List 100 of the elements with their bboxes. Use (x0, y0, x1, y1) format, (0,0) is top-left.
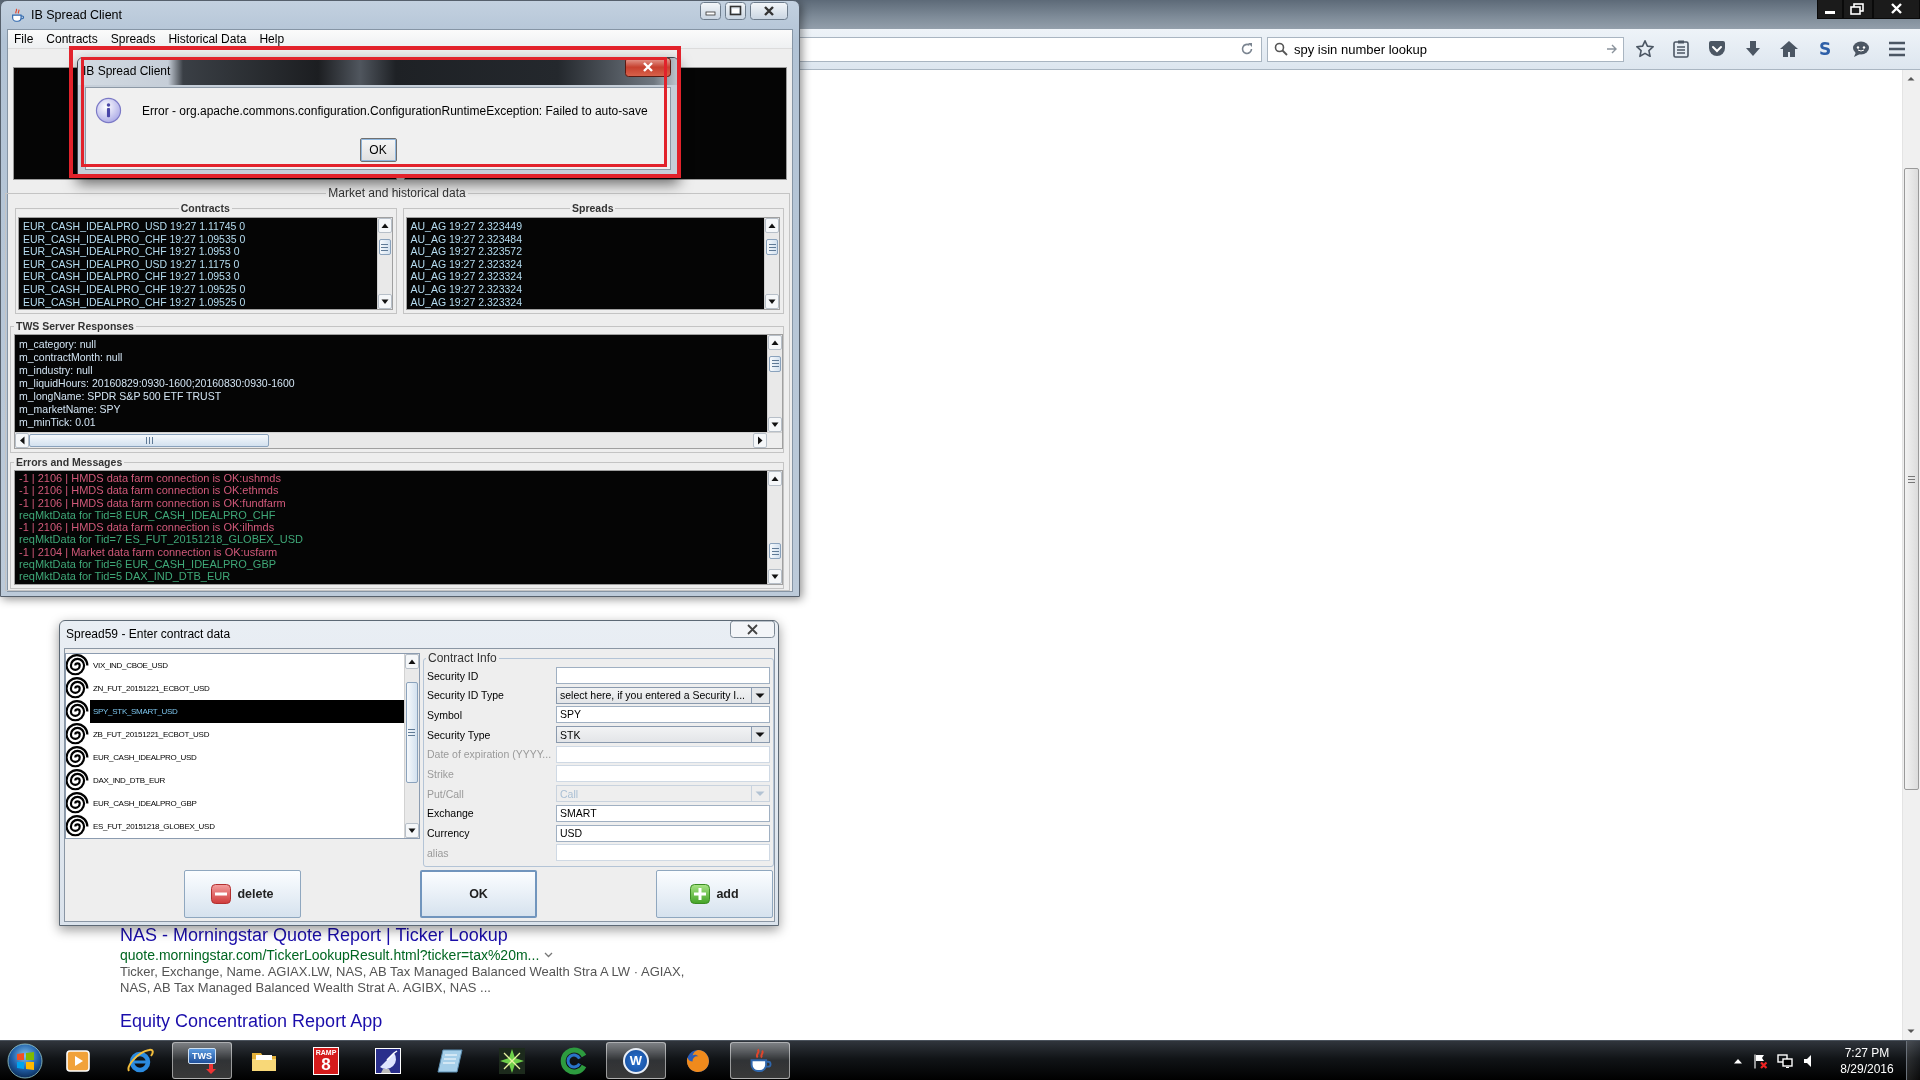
scroll-down-button[interactable] (768, 417, 782, 432)
logo-button[interactable]: S (1815, 39, 1835, 59)
log-line: EUR_CASH_IDEALPRO_CHF 19:27 1.09525 0 (23, 282, 246, 296)
result-url-link[interactable]: quote.morningstar.com/TickerLookupResult.html?ticker=tax%20m... (120, 947, 540, 963)
scroll-down-button[interactable] (765, 294, 779, 309)
list-item[interactable]: EUR_CASH_IDEALPRO_GBP (66, 792, 404, 815)
arrow-right-icon[interactable] (1606, 43, 1618, 55)
speech-bubble-icon[interactable] (1851, 39, 1871, 59)
scroll-up-button[interactable] (405, 654, 419, 669)
menu-item[interactable]: Help (259, 31, 285, 47)
show-desktop-button[interactable] (1906, 1041, 1920, 1080)
home-icon[interactable] (1779, 39, 1799, 59)
vertical-scrollbar[interactable] (404, 654, 419, 838)
app-logo: W (623, 1047, 649, 1074)
vertical-scrollbar[interactable] (767, 335, 782, 432)
taskbar-button[interactable]: TWS (172, 1042, 232, 1079)
vertical-scrollbar[interactable] (764, 218, 779, 309)
close-button[interactable] (1873, 0, 1920, 19)
ok-button[interactable]: OK (359, 138, 397, 162)
horizontal-scrollbar[interactable] (15, 432, 782, 448)
scroll-thumb[interactable] (769, 355, 781, 372)
scroll-down-button[interactable] (405, 823, 419, 838)
field-label: Security ID Type (426, 689, 504, 702)
menu-icon[interactable] (1887, 39, 1907, 59)
close-button[interactable] (750, 2, 788, 20)
field-label: Currency (426, 827, 470, 839)
scroll-down-button[interactable] (377, 294, 392, 309)
list-item[interactable]: DAX_IND_DTB_EUR (66, 769, 404, 792)
scroll-left-button[interactable] (15, 433, 29, 448)
window-title: IB Spread Client (31, 8, 123, 22)
scroll-right-button[interactable] (753, 433, 767, 448)
spiral-icon (66, 746, 89, 769)
plus-icon (690, 884, 711, 904)
notebook-icon (436, 1046, 464, 1075)
scroll-thumb[interactable] (406, 682, 418, 784)
result-snippet: Ticker, Exchange, Name. AGIAX.LW, NAS, AB Tax Managed Balanced Wealth Stra A LW · AGIAX, NAS, AB Tax Managed Balanced Wealth Strat A. AGIBX, NAS ... (120, 964, 686, 996)
group-title: Contract Info (427, 651, 498, 665)
dropdown[interactable]: STK (556, 726, 770, 744)
log-line: reqMktData for Tid=7 ES_FUT_20151218_GLOBEX_USD (19, 533, 303, 546)
list-item[interactable]: ZB_FUT_20151221_ECBOT_USD (66, 723, 404, 746)
text-field[interactable] (556, 667, 770, 684)
log-line: -1 | 2104 | Market data farm connection is OK:usfarm (19, 545, 278, 559)
dialog-title: IB Spread Client (83, 64, 171, 78)
text-field[interactable]: SPY (556, 706, 770, 724)
add-button[interactable]: add (656, 870, 773, 918)
swirl-icon (560, 1046, 588, 1075)
star-icon[interactable] (1635, 39, 1655, 59)
dropdown[interactable]: select here, if you entered a Security I... (556, 686, 770, 704)
close-button[interactable] (730, 621, 775, 638)
scroll-thumb[interactable] (378, 239, 391, 256)
menu-item[interactable]: Contracts (46, 31, 98, 47)
scroll-up-button[interactable] (768, 335, 782, 350)
list-item[interactable]: VIX_IND_CBOE_USD (66, 654, 404, 677)
log-line: AU_AG 19:27 2.323324 (410, 282, 522, 296)
text-field[interactable]: USD (556, 824, 770, 842)
scroll-up-button[interactable] (765, 218, 779, 233)
scroll-thumb[interactable] (1904, 168, 1919, 790)
menu-item[interactable]: Historical Data (168, 31, 247, 47)
flag-icon[interactable] (1752, 1052, 1768, 1069)
network-icon[interactable] (1777, 1052, 1793, 1069)
scroll-thumb[interactable] (769, 543, 781, 560)
reload-icon[interactable] (1240, 42, 1254, 56)
list-item[interactable]: EUR_CASH_IDEALPRO_USD (66, 746, 404, 769)
scroll-thumb[interactable] (766, 239, 778, 256)
result-title-link[interactable]: Equity Concentration Report App (120, 1010, 383, 1032)
taskbar-button[interactable] (730, 1042, 790, 1079)
field-label: Symbol (426, 708, 462, 721)
vertical-scrollbar[interactable] (1902, 70, 1920, 1040)
result-title-link[interactable]: NAS - Morningstar Quote Report | Ticker Lookup (120, 924, 508, 946)
caret-down-icon[interactable] (751, 687, 769, 703)
caret-down-icon[interactable] (751, 727, 769, 743)
delete-button[interactable]: delete (184, 870, 301, 918)
log-line: reqMktData for Tid=5 DAX_IND_DTB_EUR (19, 570, 231, 583)
spiral-icon (66, 792, 89, 815)
list-item[interactable]: ZN_FUT_20151221_ECBOT_USD (66, 677, 404, 700)
log-line: AU_AG 19:27 2.323449 (410, 220, 522, 233)
list-item[interactable]: ES_FUT_20151218_GLOBEX_USD (66, 815, 404, 838)
minimize-button[interactable] (1817, 0, 1843, 19)
clock-date[interactable]: 8/29/2016 (1840, 1060, 1894, 1077)
search-field[interactable]: spy isin number lookup (1267, 36, 1624, 62)
field-label: Strike (426, 767, 454, 780)
scroll-up-button[interactable] (377, 218, 392, 233)
ok-button[interactable]: OK (420, 870, 537, 918)
group-title: TWS Server Responses (15, 320, 135, 333)
taskbar-button[interactable]: W (606, 1042, 666, 1079)
shield-chevron-icon[interactable] (1707, 39, 1727, 59)
vertical-scrollbar[interactable] (767, 471, 782, 584)
log-line: AU_AG 19:27 2.323324 (410, 257, 522, 271)
log-line: EUR_CASH_IDEALPRO_CHF 19:27 1.0953 0 (23, 245, 240, 258)
menu-item[interactable]: Spreads (110, 31, 156, 47)
clipboard-icon[interactable] (1671, 39, 1691, 59)
scroll-up-button[interactable] (768, 471, 782, 486)
restore-button[interactable] (1843, 0, 1873, 19)
list-item[interactable]: SPY_STK_SMART_USD (66, 700, 404, 723)
menu-item[interactable]: File (14, 31, 34, 47)
maximize-button[interactable] (725, 2, 746, 20)
text-field[interactable]: SMART (556, 804, 770, 822)
scroll-down-button[interactable] (768, 569, 782, 584)
clock-time[interactable]: 7:27 PM (1844, 1044, 1890, 1061)
scroll-thumb[interactable] (29, 434, 269, 447)
